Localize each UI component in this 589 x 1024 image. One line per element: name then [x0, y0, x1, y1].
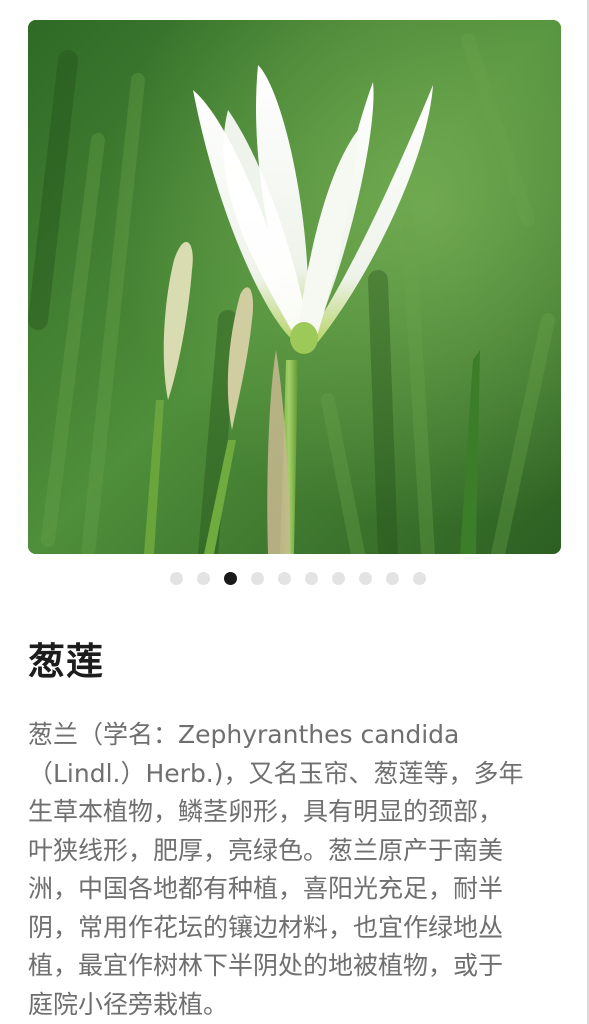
description-line: （Lindl.）Herb.)，又名玉帘、葱莲等，多年: [28, 758, 524, 788]
pagination-dot[interactable]: [331, 571, 345, 585]
pagination-dot[interactable]: [277, 571, 291, 585]
description-line: 阴，常用作花坛的镶边材料，也宜作绿地丛: [28, 912, 504, 942]
pagination-dot[interactable]: [358, 571, 372, 585]
plant-name: 葱莲: [28, 640, 104, 683]
pagination-dot[interactable]: [304, 571, 318, 585]
pagination-dot[interactable]: [385, 571, 399, 585]
plant-detail-page: 葱莲 葱兰（学名：Zephyranthes candida （Lindl.）He…: [0, 0, 589, 1024]
plant-description: 葱兰（学名：Zephyranthes candida （Lindl.）Herb.…: [28, 716, 568, 1024]
description-line: 植，最宜作树林下半阴处的地被植物，或于: [28, 951, 504, 980]
gallery-pagination: [0, 570, 589, 586]
plant-photo[interactable]: [28, 20, 561, 554]
description-line: 生草本植物，鳞茎卵形，具有明显的颈部，: [28, 797, 504, 826]
pagination-dot[interactable]: [196, 571, 210, 585]
pagination-dot[interactable]: [412, 571, 426, 585]
pagination-dot[interactable]: [250, 571, 264, 585]
description-line: 庭院小径旁栽植。: [28, 989, 229, 1019]
pagination-dot[interactable]: [169, 571, 183, 585]
flower-photo-icon: [28, 20, 561, 554]
description-line: 葱兰（学名：Zephyranthes candida: [28, 720, 460, 749]
description-line: 叶狭线形，肥厚，亮绿色。葱兰原产于南美: [28, 835, 504, 865]
description-line: 洲，中国各地都有种植，喜阳光充足，耐半: [28, 874, 504, 903]
pagination-dot[interactable]: [223, 571, 237, 585]
